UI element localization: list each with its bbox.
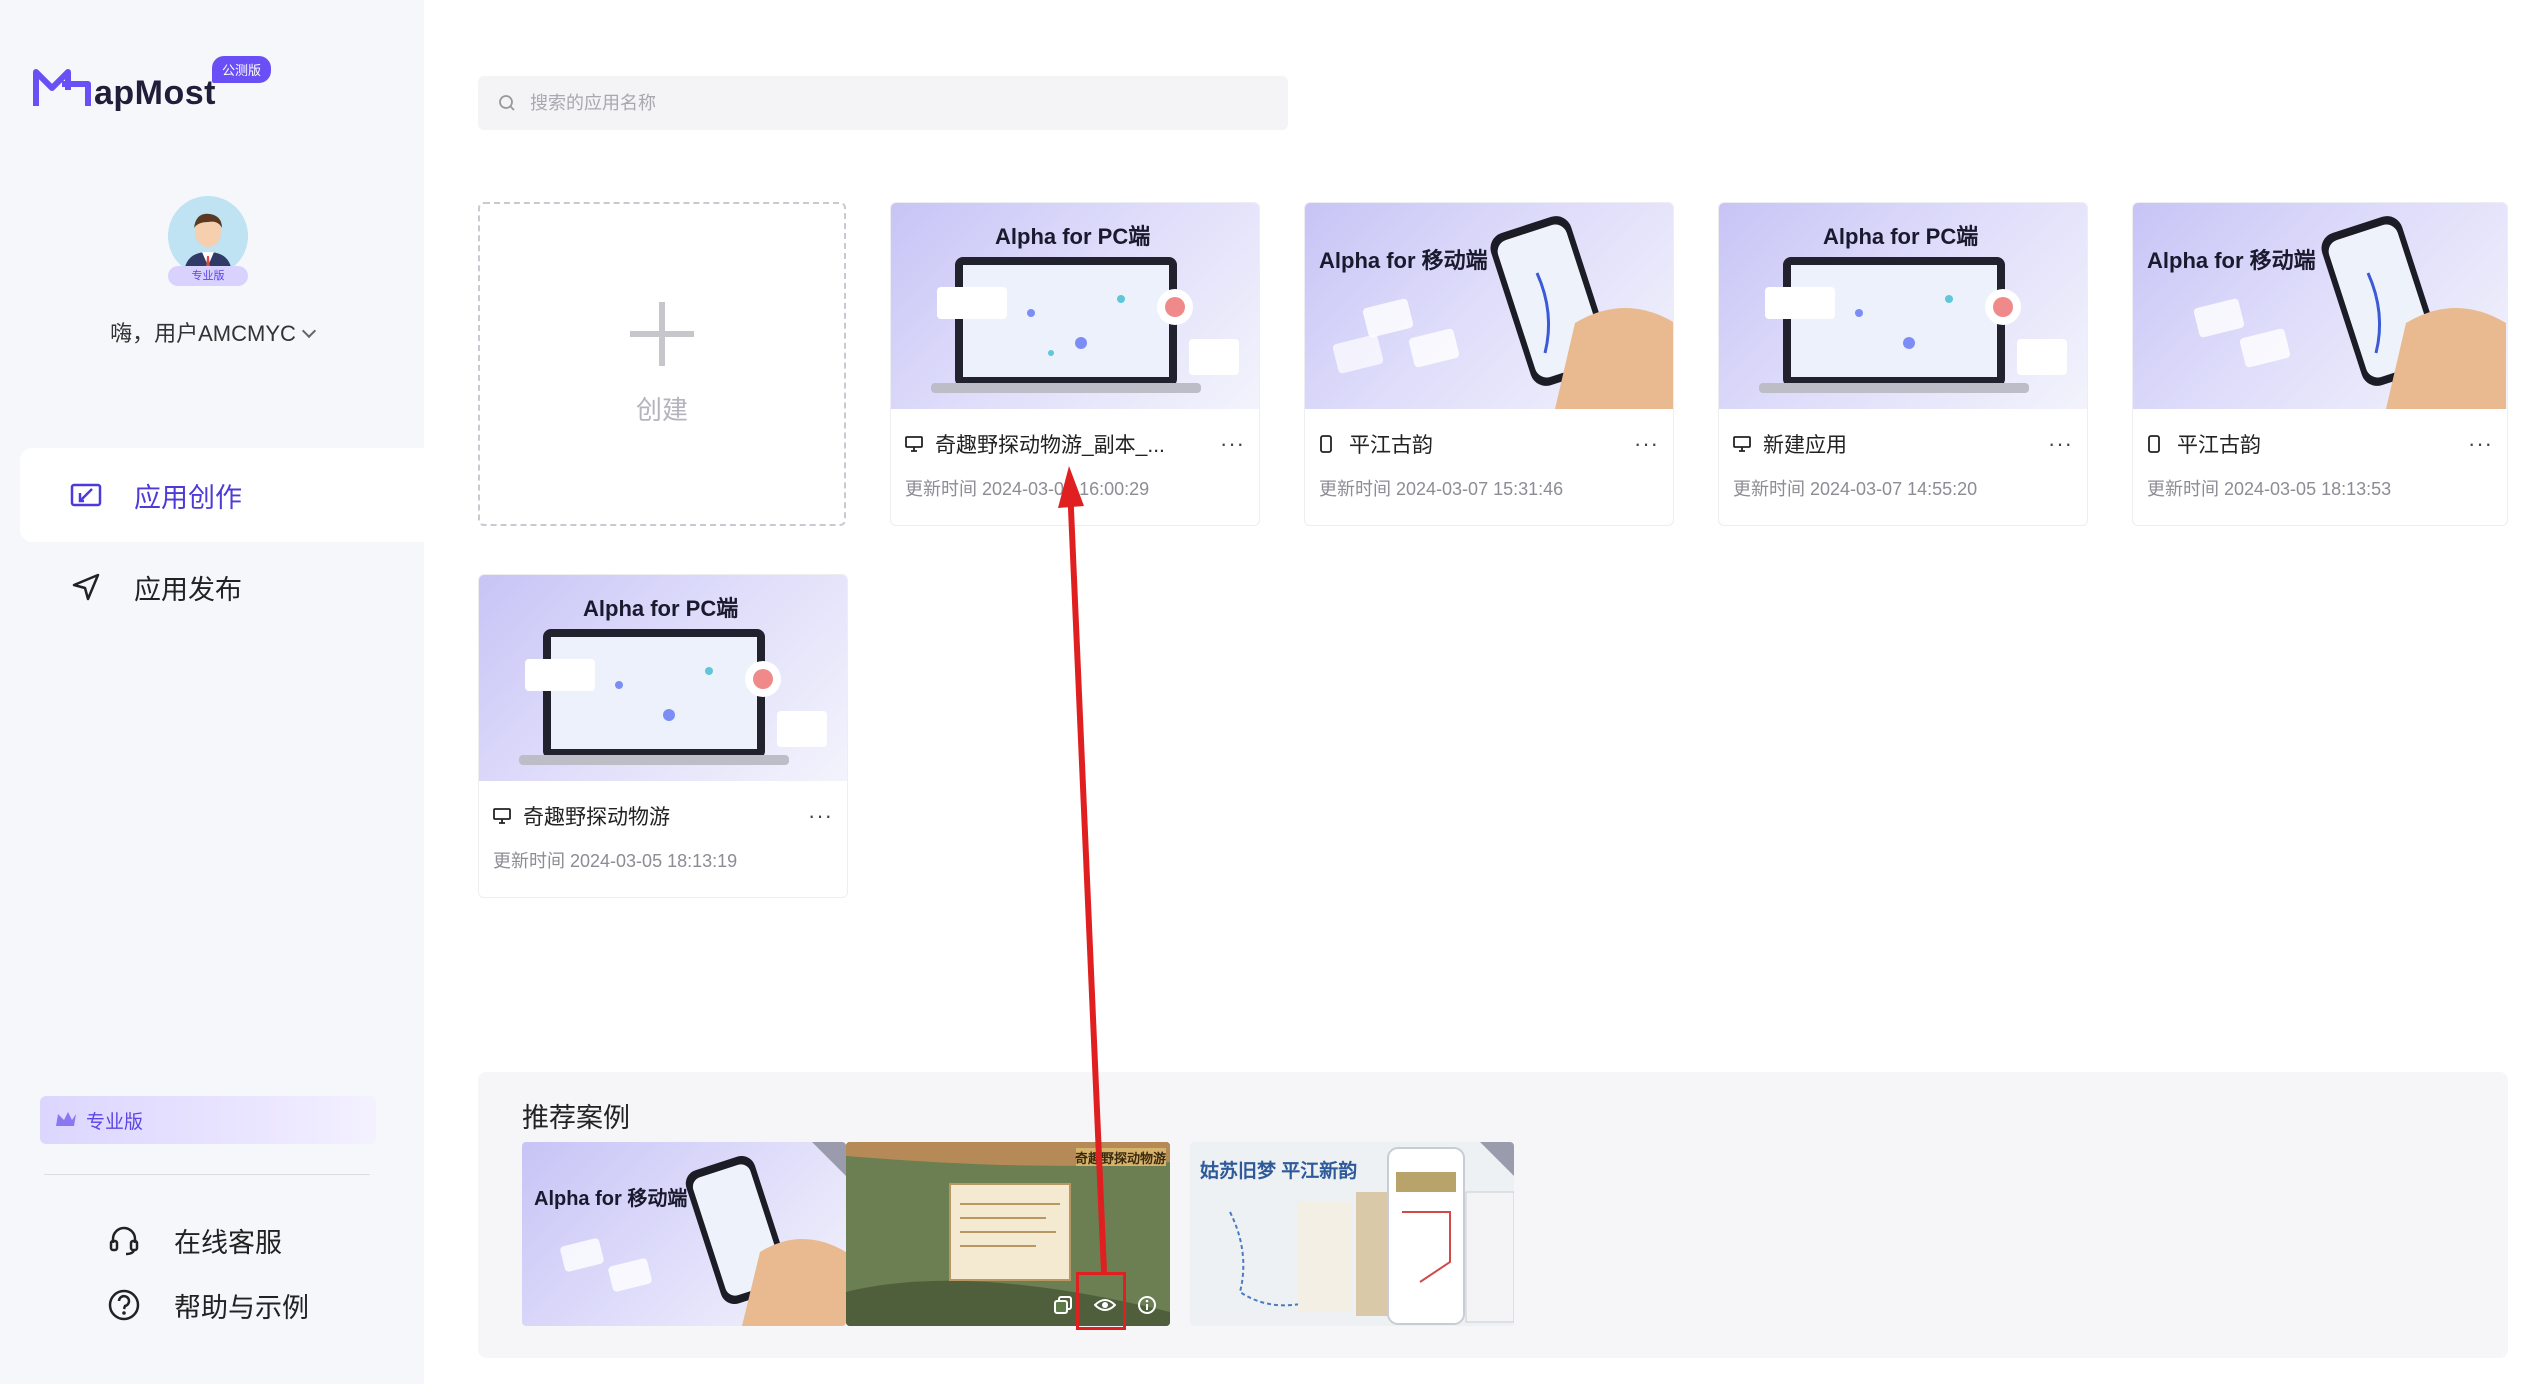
create-label: 创建 [635,394,688,425]
pro-badge: 专业版 [168,266,248,286]
send-icon [68,569,104,605]
logo-text: apMost [94,74,216,112]
annotation-highlight-box [1076,1272,1126,1330]
beta-badge: 公测版 [212,56,272,83]
create-app-card[interactable]: 创建 [478,202,846,526]
pro-banner-label: 专业版 [86,1111,144,1133]
app-name: 奇趣野探动物游_副本_... [935,434,1165,457]
case-card-mobile[interactable]: Alpha for 移动端 [522,1142,846,1326]
avatar [168,196,248,276]
section-title: 推荐案例 [522,1103,630,1133]
app-update-time: 更新时间 2024-03-07 14:55:20 [1733,479,1978,499]
app-update-time: 更新时间 2024-03-07 15:31:46 [1319,479,1564,499]
app-name: 新建应用 [1763,434,1847,457]
desktop-icon [1733,434,1753,454]
app-thumbnail-mobile: Alpha for 移动端 [1305,203,1673,409]
crown-icon [54,1110,78,1130]
help-examples-link[interactable]: 帮助与示例 [104,1285,309,1325]
mobile-icon [1319,434,1339,454]
qr-corner[interactable] [812,1142,846,1176]
online-service-link[interactable]: 在线客服 [104,1220,282,1260]
recommended-cases: 推荐案例 Alpha for 移动端 奇趣野探动物游 姑苏旧梦 平江新韵 [478,1072,2508,1358]
user-greeting[interactable]: 嗨，用户AMCMYC [0,316,424,348]
greeting-text: 嗨，用户AMCMYC [110,321,296,346]
nav-label: 应用发布 [134,574,242,605]
copy-icon[interactable] [1052,1294,1074,1316]
app-name: 平江古韵 [2177,434,2261,457]
help-label: 在线客服 [174,1227,282,1258]
app-search-box[interactable] [478,76,1288,130]
nav-item-app-create[interactable]: 应用创作 [20,448,424,542]
nav-item-app-publish[interactable]: 应用发布 [20,540,424,634]
app-name: 平江古韵 [1349,434,1433,457]
search-input[interactable] [530,92,1230,114]
search-icon [498,94,516,112]
case-card-gusu[interactable]: 姑苏旧梦 平江新韵 [1190,1142,1514,1326]
more-icon[interactable]: ··· [793,803,833,829]
app-card[interactable]: Alpha for PC端 新建应用 ··· 更新时间 2024-03-07 1… [1718,202,2088,526]
app-update-time: 更新时间 2024-03-07 16:00:29 [905,479,1150,499]
more-icon[interactable]: ··· [1205,431,1245,457]
question-circle-icon [104,1285,144,1325]
app-thumbnail-pc: Alpha for PC端 [1719,203,2087,409]
edit-board-icon [68,477,104,513]
plus-icon [630,301,694,366]
headset-icon [104,1220,144,1260]
app-card[interactable]: Alpha for PC端 奇趣野探动物游 ··· 更新时间 2024-03-0… [478,574,848,898]
app-name: 奇趣野探动物游 [523,806,670,829]
sidebar: apMost 公测版 专业版 嗨，用户AMCMYC 应用创作 应用发布 专业版 … [0,0,424,1384]
more-icon[interactable]: ··· [1619,431,1659,457]
qr-corner[interactable] [1480,1142,1514,1176]
app-card[interactable]: Alpha for 移动端 平江古韵 ··· 更新时间 2024-03-07 1… [1304,202,1674,526]
mapmost-logo[interactable]: apMost 公测版 [32,56,292,120]
desktop-icon [905,434,925,454]
info-icon[interactable] [1136,1294,1158,1316]
desktop-icon [493,806,513,826]
case-title: 奇趣野探动物游 [1074,1151,1166,1166]
help-label: 帮助与示例 [174,1292,309,1323]
app-card[interactable]: Alpha for PC端 奇趣野探动物游_副本_... ··· 更新时间 20… [890,202,1260,526]
divider [44,1174,370,1175]
nav-label: 应用创作 [134,482,242,513]
app-thumbnail-pc: Alpha for PC端 [891,203,1259,409]
chevron-down-icon [301,323,316,339]
mobile-icon [2147,434,2167,454]
more-icon[interactable]: ··· [2033,431,2073,457]
pro-version-banner[interactable]: 专业版 [40,1096,376,1144]
app-card[interactable]: Alpha for 移动端 平江古韵 ··· 更新时间 2024-03-05 1… [2132,202,2508,526]
app-update-time: 更新时间 2024-03-05 18:13:19 [493,851,738,871]
more-icon[interactable]: ··· [2453,431,2493,457]
app-thumbnail-mobile: Alpha for 移动端 [2133,203,2507,409]
app-update-time: 更新时间 2024-03-05 18:13:53 [2147,479,2392,499]
app-thumbnail-pc: Alpha for PC端 [479,575,847,781]
logo-m-icon [33,69,91,106]
user-avatar[interactable]: 专业版 [168,196,248,286]
